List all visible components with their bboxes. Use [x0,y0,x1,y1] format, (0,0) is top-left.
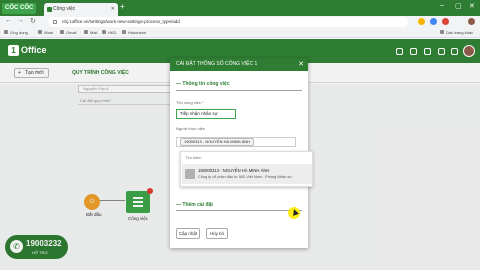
bookmark-item[interactable]: HKD [102,30,116,35]
task-name-input[interactable]: Tiếp nhận nhân sự [176,109,236,119]
task-name-label: Tên công việc * [176,100,204,105]
modal-title: CÀI ĐẶT THÔNG SỐ CÔNG VIỆC 1 [176,61,258,67]
tab-close-icon[interactable]: ✕ [111,3,115,16]
url-input[interactable]: nhj.1office.vn/settings/work-new-setting… [48,17,408,27]
url-text: nhj.1office.vn/settings/work-new-setting… [62,19,180,24]
reload-icon[interactable]: ↻ [30,17,36,25]
logo-text: Office [21,45,47,55]
option-name: 190000313 - NGUYỄN HÀ MINH ÁNH [198,168,270,173]
section-divider [176,210,302,211]
modal-header: CÀI ĐẶT THÔNG SỐ CÔNG VIỆC 1 ✕ [170,58,308,71]
browser-brand-button[interactable]: CỐC CỐC [2,3,37,14]
bookmark-item[interactable]: Work [38,30,53,35]
dropdown-option[interactable]: 190000313 - NGUYỄN HÀ MINH ÁNH Công ty c… [182,164,312,184]
settings-icon[interactable] [451,48,458,55]
forward-icon[interactable]: → [17,17,24,24]
new-tab-icon[interactable]: + [120,2,125,11]
tab-favicon-icon [47,7,52,12]
tab-title: Công việc [53,6,76,12]
bookmark-item-other[interactable]: Dấu trang khác [440,30,473,35]
update-button[interactable]: Cập nhật [176,228,200,239]
assignee-label: Người thực hiện [176,126,206,131]
bookmark-item[interactable]: Ứng dụng [4,30,28,35]
apps-icon[interactable] [396,48,403,55]
extension-icon[interactable] [442,18,449,25]
profile-icon[interactable] [468,18,475,25]
assignee-dropdown: Tìm kiếm 190000313 - NGUYỄN HÀ MINH ÁNH … [180,151,313,187]
lock-icon [53,20,57,24]
bookmarks-bar: Ứng dụng Work Gmail Mail HKD Hokoneon Dấ… [0,28,480,38]
browser-tab-strip: CỐC CỐC Công việc ✕ + – ▢ ✕ [0,0,480,16]
app-logo[interactable]: 1 Office [8,45,47,56]
back-icon[interactable]: ← [5,17,12,24]
logo-mark: 1 [8,45,19,56]
address-bar-row: ← → ↻ nhj.1office.vn/settings/work-new-s… [0,16,480,28]
option-organization: Công ty cổ phần đầu tư NID Việt Nam - Ph… [198,175,292,179]
cancel-button[interactable]: Hủy bỏ [206,228,228,239]
dropdown-search-label: Tìm kiếm [185,155,202,160]
close-window-icon[interactable]: ✕ [469,2,475,10]
close-icon[interactable]: ✕ [298,58,304,71]
help-icon[interactable] [438,48,445,55]
assignee-tag[interactable]: 19000313 - NGUYỄN HÀ MINH ÁNH [180,138,255,146]
user-avatar-icon [185,169,195,179]
section-divider [176,90,302,91]
extension-icon[interactable] [430,18,437,25]
assignee-select[interactable]: 19000313 - NGUYỄN HÀ MINH ÁNH [176,137,296,147]
browser-tab[interactable]: Công việc ✕ [44,3,118,16]
notification-icon[interactable] [424,48,431,55]
chat-icon[interactable] [410,48,417,55]
bookmark-item[interactable]: Hokoneon [122,30,146,35]
user-avatar[interactable] [463,45,475,57]
bookmark-item[interactable]: Mail [84,30,97,35]
section-task-info: — Thông tin công việc [176,81,230,87]
minimize-icon[interactable]: – [440,2,444,9]
section-more-settings[interactable]: — Thêm cài đặt [176,202,213,208]
bookmark-item[interactable]: Gmail [60,30,76,35]
maximize-icon[interactable]: ▢ [455,2,462,10]
extension-icon[interactable] [418,18,425,25]
